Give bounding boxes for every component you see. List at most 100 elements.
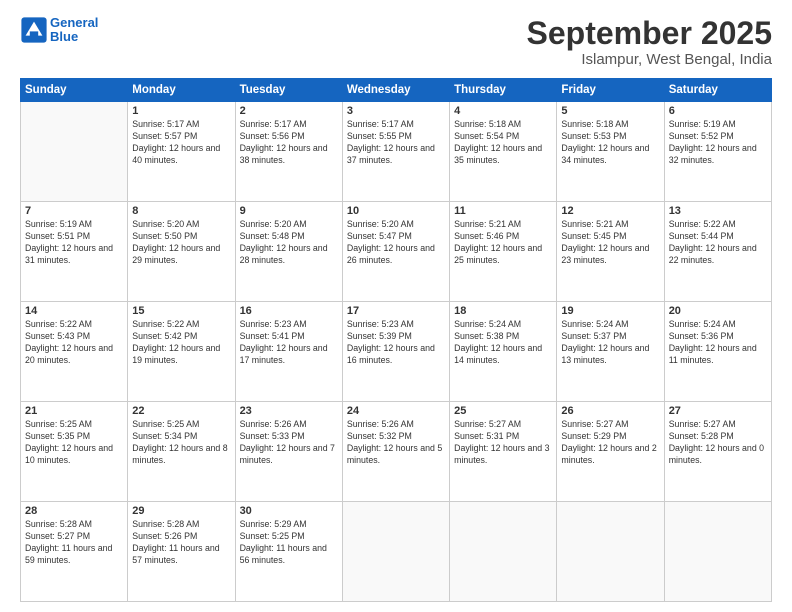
day-info: Sunrise: 5:24 AM Sunset: 5:37 PM Dayligh…	[561, 319, 659, 367]
table-row: 28 Sunrise: 5:28 AM Sunset: 5:27 PM Dayli…	[21, 502, 128, 602]
day-number: 1	[132, 105, 230, 117]
day-number: 23	[240, 405, 338, 417]
day-info: Sunrise: 5:27 AM Sunset: 5:31 PM Dayligh…	[454, 419, 552, 467]
day-number: 26	[561, 405, 659, 417]
day-info: Sunrise: 5:21 AM Sunset: 5:46 PM Dayligh…	[454, 219, 552, 267]
col-friday: Friday	[557, 79, 664, 102]
table-row: 18 Sunrise: 5:24 AM Sunset: 5:38 PM Dayli…	[450, 302, 557, 402]
day-number: 21	[25, 405, 123, 417]
day-info: Sunrise: 5:17 AM Sunset: 5:56 PM Dayligh…	[240, 119, 338, 167]
table-row: 29 Sunrise: 5:28 AM Sunset: 5:26 PM Dayli…	[128, 502, 235, 602]
day-number: 20	[669, 305, 767, 317]
table-row: 25Sunrise: 5:27 AM Sunset: 5:31 PM Dayli…	[450, 402, 557, 502]
col-monday: Monday	[128, 79, 235, 102]
col-tuesday: Tuesday	[235, 79, 342, 102]
table-row: 11 Sunrise: 5:21 AM Sunset: 5:46 PM Dayli…	[450, 202, 557, 302]
day-number: 18	[454, 305, 552, 317]
table-row: 14 Sunrise: 5:22 AM Sunset: 5:43 PM Dayli…	[21, 302, 128, 402]
day-number: 15	[132, 305, 230, 317]
table-row	[450, 502, 557, 602]
day-info: Sunrise: 5:23 AM Sunset: 5:39 PM Dayligh…	[347, 319, 445, 367]
day-number: 29	[132, 505, 230, 517]
day-number: 12	[561, 205, 659, 217]
table-row: 22Sunrise: 5:25 AM Sunset: 5:34 PM Dayli…	[128, 402, 235, 502]
table-row: 3 Sunrise: 5:17 AM Sunset: 5:55 PM Daylig…	[342, 102, 449, 202]
day-info: Sunrise: 5:20 AM Sunset: 5:47 PM Dayligh…	[347, 219, 445, 267]
table-row: 15 Sunrise: 5:22 AM Sunset: 5:42 PM Dayli…	[128, 302, 235, 402]
page: General Blue September 2025 Islampur, We…	[0, 0, 792, 612]
day-number: 27	[669, 405, 767, 417]
day-info: Sunrise: 5:28 AM Sunset: 5:26 PM Dayligh…	[132, 519, 230, 567]
day-info: Sunrise: 5:17 AM Sunset: 5:57 PM Dayligh…	[132, 119, 230, 167]
table-row: 7 Sunrise: 5:19 AM Sunset: 5:51 PM Daylig…	[21, 202, 128, 302]
day-info: Sunrise: 5:27 AM Sunset: 5:29 PM Dayligh…	[561, 419, 659, 467]
day-info: Sunrise: 5:27 AM Sunset: 5:28 PM Dayligh…	[669, 419, 767, 467]
day-number: 17	[347, 305, 445, 317]
calendar-week-2: 14 Sunrise: 5:22 AM Sunset: 5:43 PM Dayli…	[21, 302, 772, 402]
day-info: Sunrise: 5:25 AM Sunset: 5:34 PM Dayligh…	[132, 419, 230, 467]
table-row: 4Sunrise: 5:18 AM Sunset: 5:54 PM Daylig…	[450, 102, 557, 202]
day-info: Sunrise: 5:21 AM Sunset: 5:45 PM Dayligh…	[561, 219, 659, 267]
day-number: 7	[25, 205, 123, 217]
table-row: 13 Sunrise: 5:22 AM Sunset: 5:44 PM Dayli…	[664, 202, 771, 302]
calendar-week-1: 7 Sunrise: 5:19 AM Sunset: 5:51 PM Daylig…	[21, 202, 772, 302]
day-number: 28	[25, 505, 123, 517]
table-row: 8 Sunrise: 5:20 AM Sunset: 5:50 PM Daylig…	[128, 202, 235, 302]
table-row: 26 Sunrise: 5:27 AM Sunset: 5:29 PM Dayli…	[557, 402, 664, 502]
day-number: 4	[454, 105, 552, 117]
day-info: Sunrise: 5:20 AM Sunset: 5:48 PM Dayligh…	[240, 219, 338, 267]
calendar-week-4: 28 Sunrise: 5:28 AM Sunset: 5:27 PM Dayli…	[21, 502, 772, 602]
table-row: 30Sunrise: 5:29 AM Sunset: 5:25 PM Dayli…	[235, 502, 342, 602]
table-row: 19Sunrise: 5:24 AM Sunset: 5:37 PM Dayli…	[557, 302, 664, 402]
day-number: 30	[240, 505, 338, 517]
table-row: 2 Sunrise: 5:17 AM Sunset: 5:56 PM Daylig…	[235, 102, 342, 202]
table-row: 9Sunrise: 5:20 AM Sunset: 5:48 PM Daylig…	[235, 202, 342, 302]
day-number: 13	[669, 205, 767, 217]
calendar-week-0: 1 Sunrise: 5:17 AM Sunset: 5:57 PM Daylig…	[21, 102, 772, 202]
day-number: 11	[454, 205, 552, 217]
day-number: 8	[132, 205, 230, 217]
calendar-table: Sunday Monday Tuesday Wednesday Thursday…	[20, 78, 772, 602]
day-info: Sunrise: 5:20 AM Sunset: 5:50 PM Dayligh…	[132, 219, 230, 267]
day-info: Sunrise: 5:19 AM Sunset: 5:51 PM Dayligh…	[25, 219, 123, 267]
col-thursday: Thursday	[450, 79, 557, 102]
table-row: 6Sunrise: 5:19 AM Sunset: 5:52 PM Daylig…	[664, 102, 771, 202]
day-info: Sunrise: 5:26 AM Sunset: 5:33 PM Dayligh…	[240, 419, 338, 467]
logo-text: General Blue	[50, 16, 98, 45]
table-row: 21Sunrise: 5:25 AM Sunset: 5:35 PM Dayli…	[21, 402, 128, 502]
day-number: 10	[347, 205, 445, 217]
table-row: 16Sunrise: 5:23 AM Sunset: 5:41 PM Dayli…	[235, 302, 342, 402]
table-row: 1 Sunrise: 5:17 AM Sunset: 5:57 PM Daylig…	[128, 102, 235, 202]
table-row: 12 Sunrise: 5:21 AM Sunset: 5:45 PM Dayli…	[557, 202, 664, 302]
table-row: 23 Sunrise: 5:26 AM Sunset: 5:33 PM Dayli…	[235, 402, 342, 502]
day-number: 3	[347, 105, 445, 117]
day-number: 14	[25, 305, 123, 317]
col-wednesday: Wednesday	[342, 79, 449, 102]
day-info: Sunrise: 5:24 AM Sunset: 5:36 PM Dayligh…	[669, 319, 767, 367]
table-row: 5Sunrise: 5:18 AM Sunset: 5:53 PM Daylig…	[557, 102, 664, 202]
table-row	[664, 502, 771, 602]
table-row: 24Sunrise: 5:26 AM Sunset: 5:32 PM Dayli…	[342, 402, 449, 502]
day-info: Sunrise: 5:22 AM Sunset: 5:43 PM Dayligh…	[25, 319, 123, 367]
table-row	[557, 502, 664, 602]
day-info: Sunrise: 5:24 AM Sunset: 5:38 PM Dayligh…	[454, 319, 552, 367]
col-sunday: Sunday	[21, 79, 128, 102]
day-number: 16	[240, 305, 338, 317]
table-row: 10 Sunrise: 5:20 AM Sunset: 5:47 PM Dayli…	[342, 202, 449, 302]
day-info: Sunrise: 5:22 AM Sunset: 5:42 PM Dayligh…	[132, 319, 230, 367]
header-row: Sunday Monday Tuesday Wednesday Thursday…	[21, 79, 772, 102]
day-info: Sunrise: 5:17 AM Sunset: 5:55 PM Dayligh…	[347, 119, 445, 167]
table-row	[342, 502, 449, 602]
day-number: 5	[561, 105, 659, 117]
logo-line2: Blue	[50, 29, 78, 44]
logo-line1: General	[50, 15, 98, 30]
day-number: 2	[240, 105, 338, 117]
day-number: 24	[347, 405, 445, 417]
location: Islampur, West Bengal, India	[527, 51, 772, 68]
day-number: 6	[669, 105, 767, 117]
table-row	[21, 102, 128, 202]
day-info: Sunrise: 5:28 AM Sunset: 5:27 PM Dayligh…	[25, 519, 123, 567]
month-title: September 2025	[527, 16, 772, 51]
day-info: Sunrise: 5:22 AM Sunset: 5:44 PM Dayligh…	[669, 219, 767, 267]
col-saturday: Saturday	[664, 79, 771, 102]
